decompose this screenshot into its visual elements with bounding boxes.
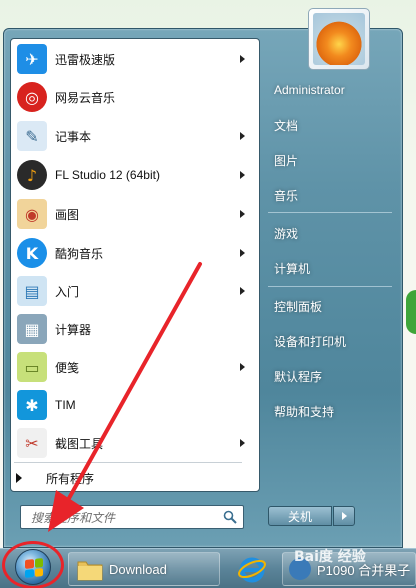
program-label: 计算器 [55,322,92,337]
divider [14,462,242,463]
submenu-arrow-icon[interactable] [240,171,245,179]
notepad-icon: ✎ [17,121,47,151]
program-label: FL Studio 12 (64bit) [55,168,160,182]
user-avatar[interactable] [308,8,370,70]
right-link-default-programs[interactable]: 默认程序 [266,363,396,389]
program-kugou[interactable]: K 酷狗音乐 [13,235,257,271]
highlight-circle [2,541,64,588]
desktop-gadget-edge [406,290,416,334]
right-link-control-panel[interactable]: 控制面板 [266,293,396,319]
getting-started-icon: ▤ [17,276,47,306]
submenu-arrow-icon[interactable] [240,439,245,447]
program-snipping-tool[interactable]: ✂ 截图工具 [13,425,257,461]
right-link-games[interactable]: 游戏 [266,220,396,246]
right-link-user[interactable]: Administrator [266,77,396,103]
program-fl-studio[interactable]: ♪ FL Studio 12 (64bit) [13,157,257,193]
search-icon[interactable] [223,510,237,524]
submenu-arrow-icon[interactable] [240,249,245,257]
program-label: TIM [55,398,76,412]
snipping-tool-icon: ✂ [17,428,47,458]
program-label: 截图工具 [55,436,104,451]
divider [268,212,392,213]
right-link-devices-printers[interactable]: 设备和打印机 [266,328,396,354]
sticky-notes-icon: ▭ [17,352,47,382]
fl-studio-icon: ♪ [17,160,47,190]
right-link-documents[interactable]: 文档 [266,112,396,138]
program-getting-started[interactable]: ▤ 入门 [13,273,257,309]
program-notepad[interactable]: ✎ 记事本 [13,118,257,154]
submenu-arrow-icon[interactable] [240,210,245,218]
right-link-help-support[interactable]: 帮助和支持 [266,398,396,424]
calculator-icon: ▦ [17,314,47,344]
programs-pane: ✈ 迅雷极速版 ◎ 网易云音乐 ✎ 记事本 ♪ FL Studio 12 (64… [10,38,260,492]
program-tim[interactable]: ✱ TIM [13,387,257,423]
expand-arrow-icon [16,473,22,483]
folder-icon [77,561,103,581]
watermark: Bai度 经验 [294,549,366,565]
all-programs-label: 所有程序 [46,471,95,486]
shutdown-options-button[interactable] [333,506,355,526]
program-xunlei[interactable]: ✈ 迅雷极速版 [13,41,257,77]
program-sticky-notes[interactable]: ▭ 便笺 [13,349,257,385]
taskbar-ie[interactable] [230,552,274,586]
program-netease-music[interactable]: ◎ 网易云音乐 [13,79,257,115]
submenu-arrow-icon[interactable] [240,55,245,63]
tim-icon: ✱ [17,390,47,420]
right-link-computer[interactable]: 计算机 [266,255,396,281]
netease-music-icon: ◎ [17,82,47,112]
submenu-arrow-icon[interactable] [240,132,245,140]
program-label: 记事本 [55,129,92,144]
all-programs-button[interactable]: 所有程序 [16,468,94,488]
search-input[interactable]: 搜索程序和文件 [20,505,244,529]
submenu-arrow-icon[interactable] [240,287,245,295]
program-label: 入门 [55,284,80,299]
program-label: 画图 [55,207,80,222]
divider [268,286,392,287]
taskbar-download-folder[interactable]: Download [68,552,220,586]
program-label: 迅雷极速版 [55,52,116,67]
right-link-pictures[interactable]: 图片 [266,147,396,173]
program-label: 便笺 [55,360,80,375]
xunlei-bird-icon: ✈ [17,44,47,74]
program-label: 网易云音乐 [55,90,116,105]
kugou-icon: K [17,238,47,268]
paint-palette-icon: ◉ [17,199,47,229]
internet-explorer-icon [238,557,266,583]
program-calculator[interactable]: ▦ 计算器 [13,311,257,347]
taskbar-label: Download [109,561,167,577]
program-paint[interactable]: ◉ 画图 [13,196,257,232]
search-placeholder: 搜索程序和文件 [31,510,116,525]
shutdown-button[interactable]: 关机 [268,506,332,526]
chevron-right-icon [341,512,347,520]
submenu-arrow-icon[interactable] [240,363,245,371]
right-link-music[interactable]: 音乐 [266,182,396,208]
program-label: 酷狗音乐 [55,246,104,261]
